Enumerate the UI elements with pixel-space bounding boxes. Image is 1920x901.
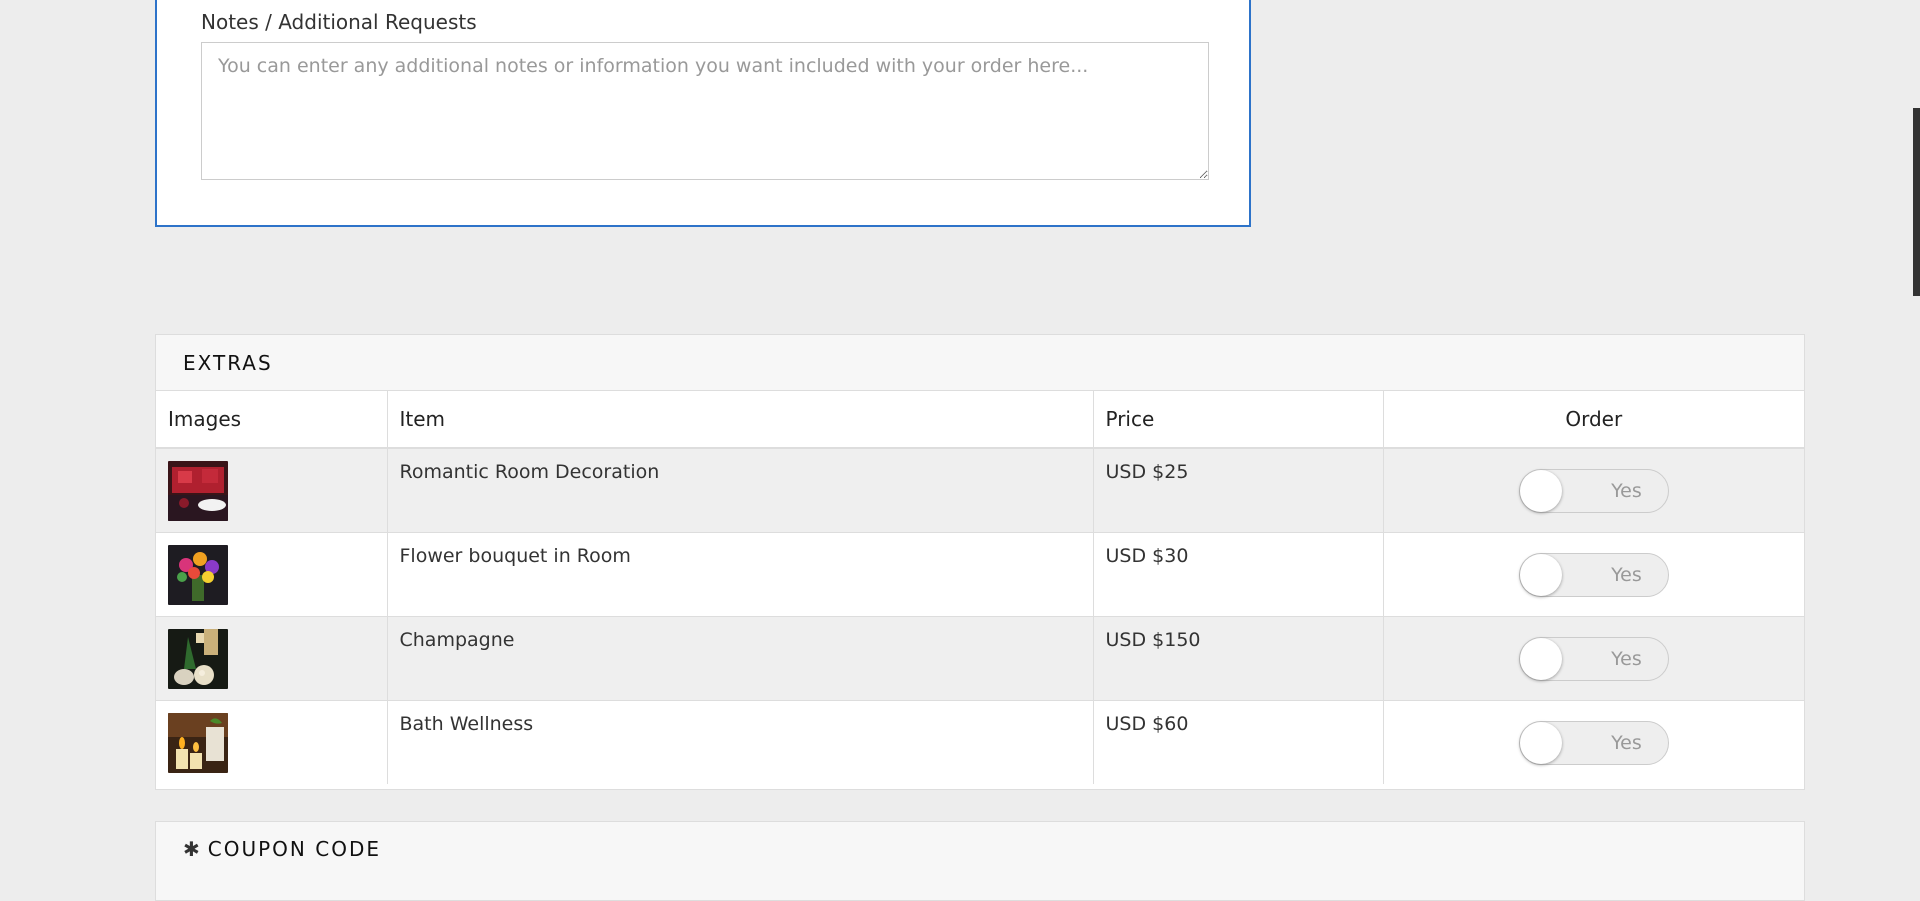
toggle-knob [1519,553,1562,596]
order-toggle[interactable]: Yes [1518,469,1669,513]
table-row: Flower bouquet in Room USD $30 Yes [156,532,1804,617]
order-toggle[interactable]: Yes [1518,720,1669,765]
table-row: Romantic Room Decoration USD $25 Yes [156,448,1804,533]
extras-table: Images Item Price Order Romantic Room De… [156,391,1804,784]
column-header-images: Images [156,391,388,449]
toggle-label: Yes [1611,647,1642,670]
item-price: USD $30 [1093,532,1384,617]
order-cell: Yes [1383,616,1804,701]
order-toggle[interactable]: Yes [1518,636,1669,681]
item-name: Flower bouquet in Room [387,532,1094,617]
item-price: USD $60 [1093,700,1384,784]
toggle-label: Yes [1611,731,1642,754]
bath-wellness-image [168,712,228,773]
flower-bouquet-image [168,544,228,605]
toggle-knob [1519,721,1562,764]
image-cell [156,448,388,533]
extras-title: EXTRAS [183,350,273,375]
column-header-order: Order [1383,391,1804,449]
coupon-panel: ✱ COUPON CODE [155,821,1805,901]
image-cell [156,700,388,784]
toggle-label: Yes [1611,480,1642,502]
order-cell: Yes [1383,448,1804,533]
notes-textarea[interactable] [201,42,1209,180]
scrollbar-thumb[interactable] [1913,108,1920,296]
image-cell [156,532,388,617]
item-name: Champagne [387,616,1094,701]
table-header-row: Images Item Price Order [156,391,1804,449]
scrollbar-track[interactable] [1913,0,1920,870]
asterisk-icon: ✱ [183,837,200,861]
extras-panel: EXTRAS Images Item Price Order Romantic … [155,334,1805,790]
item-name: Bath Wellness [387,700,1094,784]
table-row: Champagne USD $150 Yes [156,616,1804,701]
extras-header: EXTRAS [156,335,1804,391]
image-cell [156,616,388,701]
order-cell: Yes [1383,700,1804,784]
item-name: Romantic Room Decoration [387,448,1094,533]
item-price: USD $150 [1093,616,1384,701]
notes-panel: Notes / Additional Requests [155,0,1251,227]
table-row: Bath Wellness USD $60 Yes [156,700,1804,784]
toggle-knob [1519,470,1562,512]
item-price: USD $25 [1093,448,1384,533]
notes-label: Notes / Additional Requests [201,10,477,34]
toggle-label: Yes [1611,563,1642,586]
coupon-title: COUPON CODE [207,837,381,861]
order-cell: Yes [1383,532,1804,617]
toggle-knob [1519,637,1562,680]
order-toggle[interactable]: Yes [1518,552,1669,597]
romantic-room-decoration-image [168,461,228,521]
column-header-item: Item [387,391,1094,449]
column-header-price: Price [1093,391,1384,449]
champagne-image [168,628,228,689]
